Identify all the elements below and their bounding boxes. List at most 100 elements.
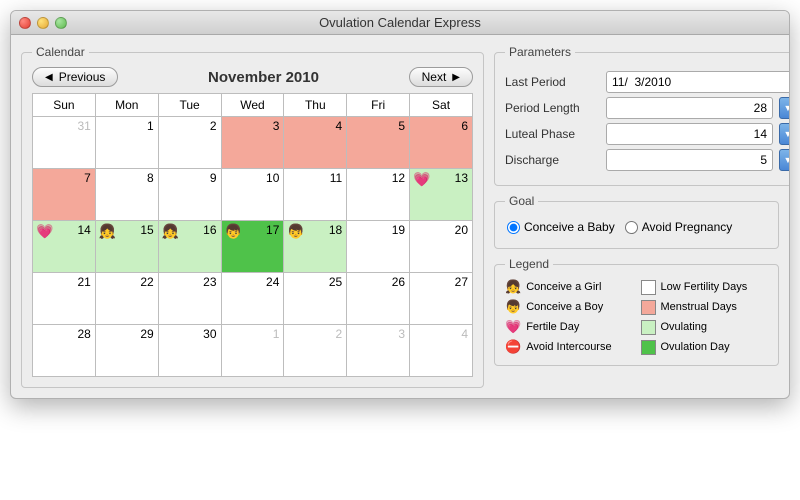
calendar-cell[interactable]: 25 [284, 273, 347, 325]
calendar-cell[interactable]: 29 [95, 325, 158, 377]
heart-icon: 💗 [413, 172, 430, 186]
avoid-icon: ⛔ [505, 339, 521, 355]
day-number: 8 [147, 171, 154, 185]
weekday-header: Wed [221, 94, 284, 117]
calendar-cell[interactable]: 1 [95, 117, 158, 169]
calendar-cell[interactable]: 5 [347, 117, 410, 169]
day-number: 1 [273, 327, 280, 341]
goal-avoid[interactable]: Avoid Pregnancy [625, 220, 733, 234]
day-number: 3 [398, 327, 405, 341]
calendar-cell[interactable]: 17👦 [221, 221, 284, 273]
calendar-cell[interactable]: 3 [347, 325, 410, 377]
luteal-phase-input[interactable] [606, 123, 773, 145]
calendar-panel: Calendar ◀Previous November 2010 Next▶ S… [21, 45, 484, 388]
weekday-header: Sat [410, 94, 473, 117]
girl-icon: 👧 [99, 224, 116, 238]
goal-conceive-radio[interactable] [507, 221, 520, 234]
calendar-cell[interactable]: 14💗 [33, 221, 96, 273]
calendar-cell[interactable]: 15 👧 [95, 221, 158, 273]
day-number: 1 [147, 119, 154, 133]
calendar-cell[interactable]: 6 [410, 117, 473, 169]
day-number: 2 [336, 327, 343, 341]
day-number: 11 [330, 171, 342, 185]
girl-icon: 👧 [162, 224, 179, 238]
window-title: Ovulation Calendar Express [11, 15, 789, 30]
goal-avoid-radio[interactable] [625, 221, 638, 234]
calendar-cell[interactable]: 7 [33, 169, 96, 221]
day-number: 15 [140, 223, 153, 237]
legend-panel: Legend 👧Conceive a Girl Low Fertility Da… [494, 257, 779, 366]
period-length-dropdown[interactable]: ▼ [779, 97, 790, 119]
day-number: 29 [140, 327, 153, 341]
weekday-header: Sun [33, 94, 96, 117]
calendar-cell[interactable]: 9 [158, 169, 221, 221]
calendar-grid: SunMonTueWedThuFriSat 311234567891011121… [32, 93, 473, 377]
luteal-phase-label: Luteal Phase [505, 127, 600, 141]
calendar-cell[interactable]: 12 [347, 169, 410, 221]
lowfert-swatch [641, 280, 656, 295]
calendar-cell[interactable]: 11 [284, 169, 347, 221]
day-number: 7 [84, 171, 91, 185]
calendar-cell[interactable]: 26 [347, 273, 410, 325]
day-number: 24 [266, 275, 279, 289]
calendar-cell[interactable]: 10 [221, 169, 284, 221]
calendar-cell[interactable]: 3 [221, 117, 284, 169]
calendar-cell[interactable]: 18👦 [284, 221, 347, 273]
parameters-legend: Parameters [505, 45, 575, 59]
weekday-header: Mon [95, 94, 158, 117]
previous-button[interactable]: ◀Previous [32, 67, 118, 87]
calendar-cell[interactable]: 22 [95, 273, 158, 325]
ovday-swatch [641, 340, 656, 355]
legend-legend: Legend [505, 257, 553, 271]
day-number: 28 [77, 327, 90, 341]
discharge-dropdown[interactable]: ▼ [779, 149, 790, 171]
calendar-cell[interactable]: 23 [158, 273, 221, 325]
day-number: 19 [392, 223, 405, 237]
luteal-phase-dropdown[interactable]: ▼ [779, 123, 790, 145]
calendar-cell[interactable]: 2 [158, 117, 221, 169]
calendar-cell[interactable]: 30 [158, 325, 221, 377]
calendar-cell[interactable]: 2 [284, 325, 347, 377]
last-period-label: Last Period [505, 75, 600, 89]
goal-conceive[interactable]: Conceive a Baby [507, 220, 615, 234]
day-number: 5 [398, 119, 405, 133]
weekday-header: Thu [284, 94, 347, 117]
calendar-cell[interactable]: 1 [221, 325, 284, 377]
calendar-cell[interactable]: 13💗 [410, 169, 473, 221]
day-number: 2 [210, 119, 217, 133]
day-number: 6 [461, 119, 468, 133]
weekday-header: Tue [158, 94, 221, 117]
calendar-cell[interactable]: 27 [410, 273, 473, 325]
last-period-input[interactable] [606, 71, 790, 93]
next-button[interactable]: Next▶ [409, 67, 473, 87]
discharge-label: Discharge [505, 153, 600, 167]
day-number: 31 [77, 119, 90, 133]
day-number: 30 [203, 327, 216, 341]
app-window: Ovulation Calendar Express Calendar ◀Pre… [10, 10, 790, 399]
goal-legend: Goal [505, 194, 538, 208]
calendar-cell[interactable]: 4 [284, 117, 347, 169]
day-number: 4 [336, 119, 343, 133]
calendar-cell[interactable]: 16👧 [158, 221, 221, 273]
day-number: 10 [266, 171, 279, 185]
discharge-input[interactable] [606, 149, 773, 171]
period-length-input[interactable] [606, 97, 773, 119]
boy-icon: 👦 [287, 224, 304, 238]
day-number: 26 [392, 275, 405, 289]
boy-icon: 👦 [225, 224, 242, 238]
day-number: 21 [77, 275, 90, 289]
calendar-cell[interactable]: 8 [95, 169, 158, 221]
calendar-cell[interactable]: 19 [347, 221, 410, 273]
day-number: 23 [203, 275, 216, 289]
weekday-header: Fri [347, 94, 410, 117]
goal-panel: Goal Conceive a Baby Avoid Pregnancy [494, 194, 779, 249]
calendar-cell[interactable]: 21 [33, 273, 96, 325]
calendar-cell[interactable]: 24 [221, 273, 284, 325]
calendar-cell[interactable]: 31 [33, 117, 96, 169]
calendar-cell[interactable]: 28 [33, 325, 96, 377]
calendar-cell[interactable]: 20 [410, 221, 473, 273]
calendar-cell[interactable]: 4 [410, 325, 473, 377]
ovulating-swatch [641, 320, 656, 335]
day-number: 20 [455, 223, 468, 237]
boy-icon: 👦 [505, 299, 521, 315]
